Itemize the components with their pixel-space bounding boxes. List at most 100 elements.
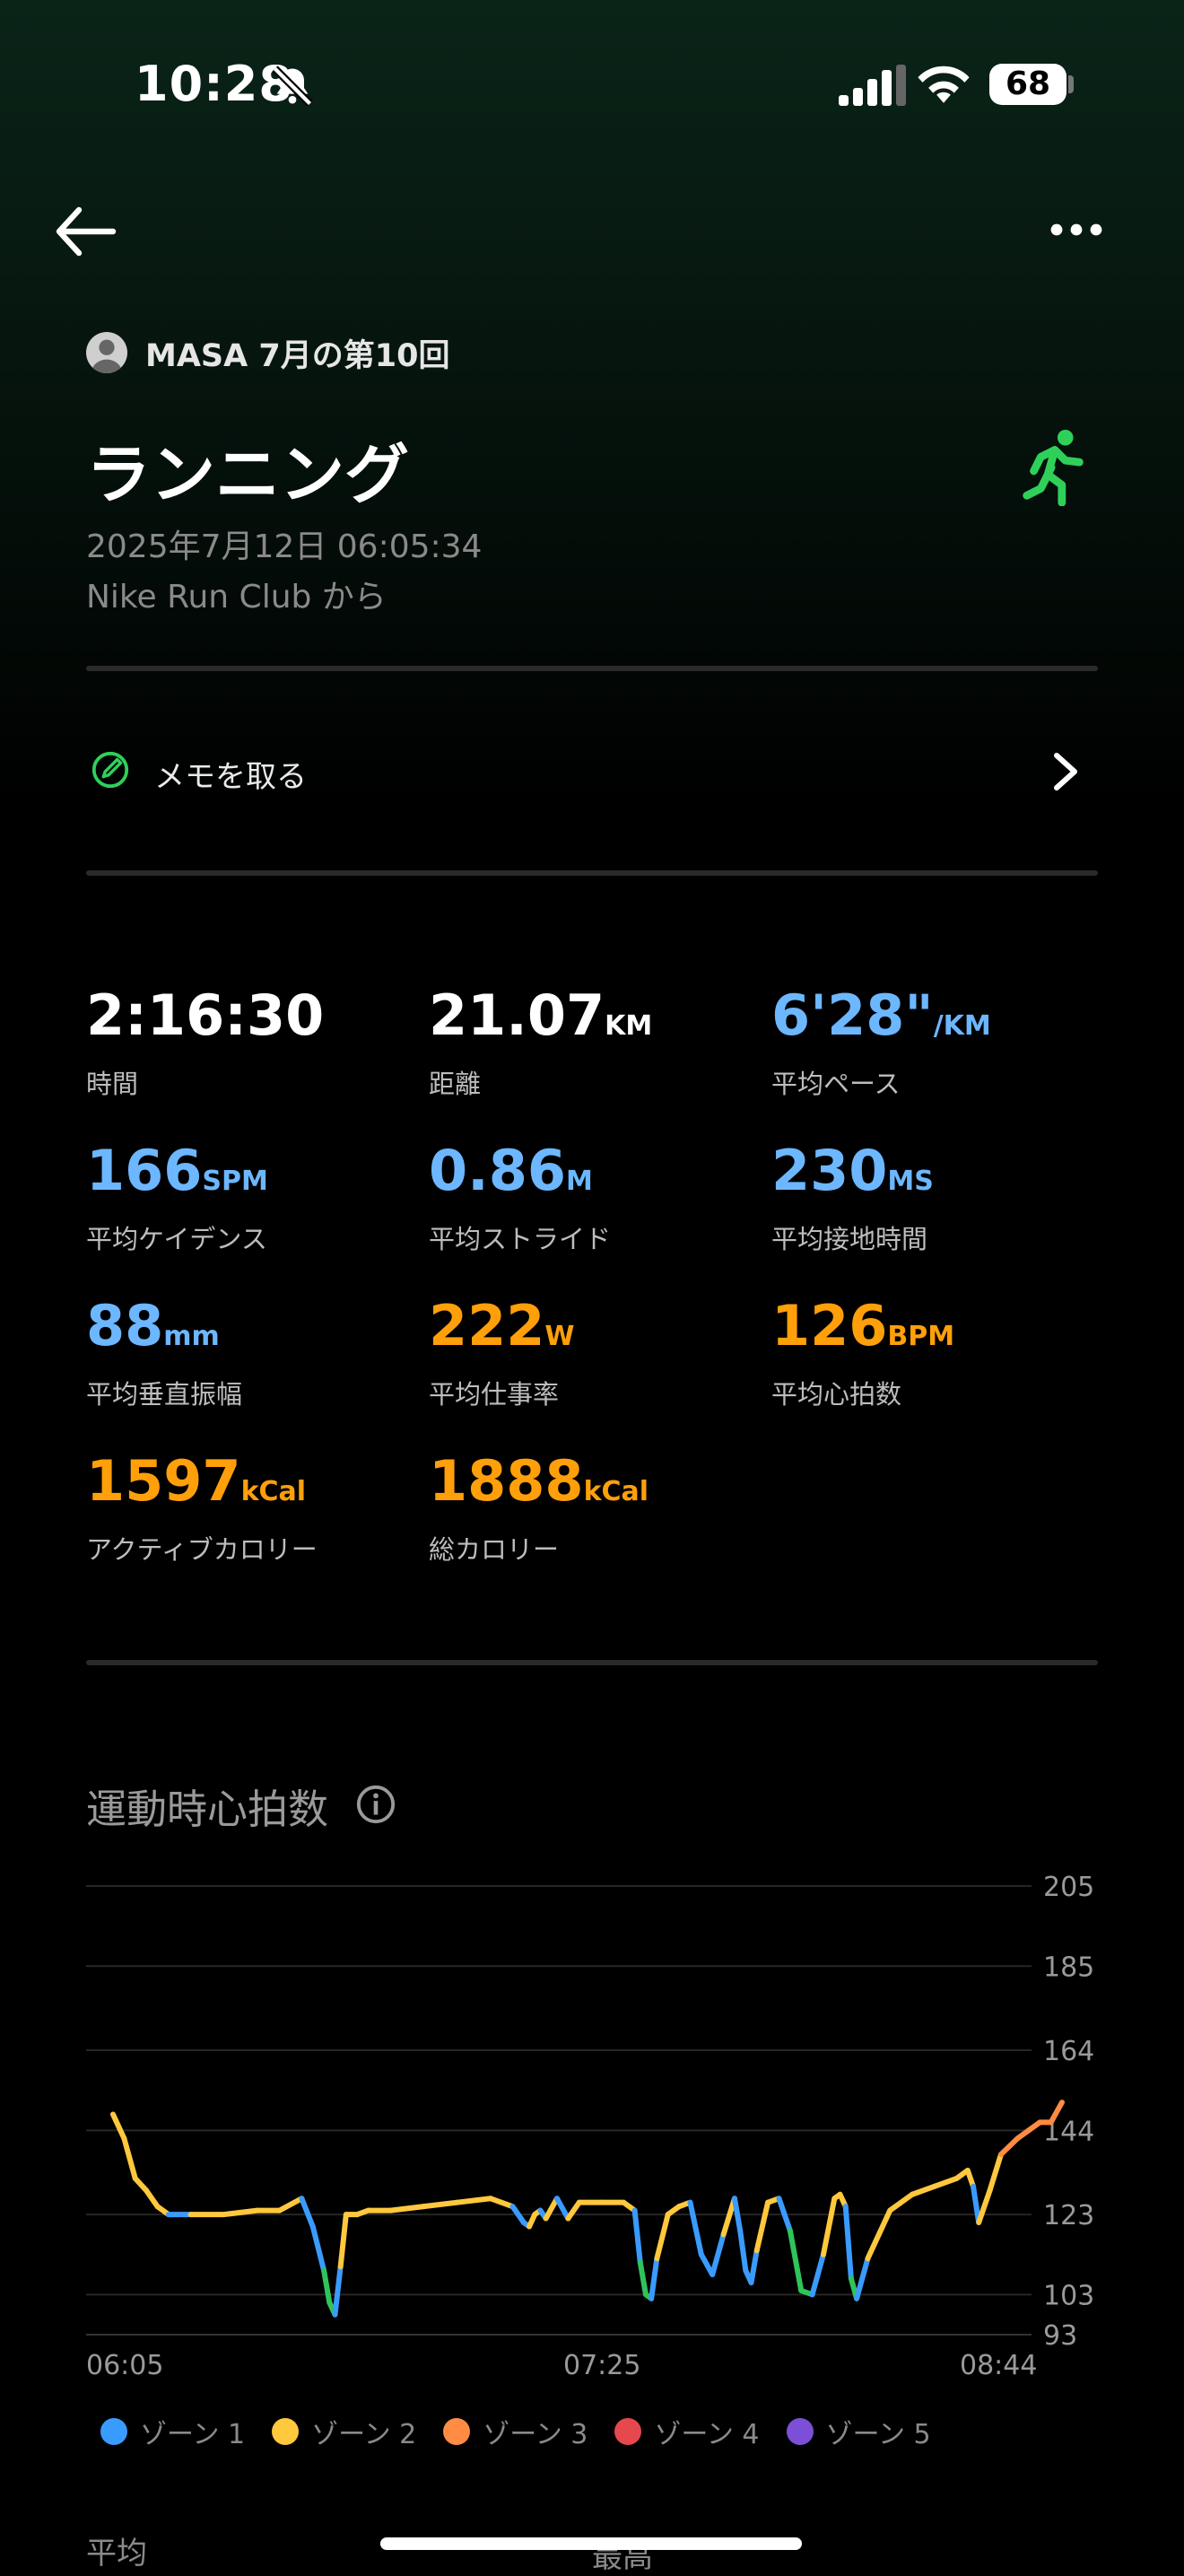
stat-duration: 2:16:30 時間: [86, 984, 324, 1101]
legend-label: ゾーン 5: [825, 2419, 931, 2450]
hr-line-segment: [854, 2256, 871, 2301]
stat-unit: /KM: [933, 1010, 991, 1042]
y-tick-label: 205: [1043, 1872, 1094, 1903]
hr-line-segment: [748, 2248, 760, 2285]
stat-value: 88: [86, 1293, 164, 1358]
stat-label: 総カロリー: [429, 1534, 560, 1565]
hr-line-segment: [553, 2196, 571, 2222]
bell-muted-icon: [272, 65, 313, 107]
hr-line-segment: [987, 2152, 1004, 2194]
battery-tip: [1068, 75, 1074, 93]
legend-zone-2: ゾーン 2: [272, 2412, 416, 2451]
hr-line-segment: [421, 2199, 460, 2210]
hr-line-segment: [909, 2183, 937, 2197]
legend-label: ゾーン 1: [140, 2419, 246, 2450]
divider: [86, 870, 1098, 876]
workout-datetime: 2025年7月12日 06:05:34: [86, 528, 483, 565]
y-tick-label: 93: [1043, 2320, 1077, 2352]
divider: [86, 1660, 1098, 1665]
stat-avg-pace: 6'28"/KM 平均ペース: [771, 984, 991, 1101]
hr-line-segment: [649, 2256, 660, 2301]
x-tick-label: 07:25: [563, 2350, 640, 2381]
hr-line-segment: [637, 2259, 649, 2298]
stat-avg-heart-rate: 126BPM 平均心拍数: [771, 1295, 954, 1411]
stat-value: 1597: [86, 1448, 241, 1514]
hr-line-segment: [631, 2207, 643, 2266]
stat-value: 21.07: [429, 982, 605, 1048]
hr-line-segment: [997, 2135, 1021, 2158]
stat-value: 230: [771, 1138, 888, 1203]
stat-unit: SPM: [202, 1166, 268, 1197]
y-tick-label: 164: [1043, 2036, 1094, 2067]
hr-line-segment: [454, 2196, 493, 2205]
stat-unit: kCal: [240, 1476, 307, 1507]
stat-value: 222: [429, 1293, 545, 1358]
hr-line-segment: [337, 2212, 349, 2270]
legend-zone-3: ゾーン 3: [443, 2412, 588, 2451]
back-arrow-icon[interactable]: [54, 205, 117, 258]
stat-unit: BPM: [887, 1321, 955, 1352]
hr-line-segment: [110, 2111, 127, 2142]
stat-total-calories: 1888kCal 総カロリー: [429, 1450, 649, 1567]
heart-rate-chart: 2051851641441231039306:05 07:25 08:44: [86, 1872, 1094, 2381]
hr-line-segment: [753, 2199, 771, 2254]
stat-distance: 21.07KM 距離: [429, 984, 652, 1101]
x-tick-label: 08:44: [960, 2350, 1037, 2381]
stat-label: 平均ケイデンス: [86, 1224, 267, 1254]
stat-value: 166: [86, 1138, 203, 1203]
stat-value: 1888: [429, 1448, 584, 1514]
legend-label: ゾーン 4: [654, 2419, 760, 2450]
info-icon[interactable]: [355, 1784, 396, 1825]
legend-zone-1: ゾーン 1: [100, 2412, 245, 2451]
hr-line-segment: [276, 2196, 305, 2214]
person-icon: [91, 339, 123, 373]
hr-line-segment: [787, 2227, 805, 2293]
legend-dot: [614, 2418, 642, 2445]
stat-unit: MS: [887, 1166, 934, 1197]
hr-line-segment: [332, 2264, 344, 2318]
cellular-signal-icon: [839, 65, 906, 106]
stat-unit: mm: [163, 1321, 220, 1352]
hr-line-segment: [887, 2191, 915, 2214]
legend-label: ゾーン 3: [483, 2419, 588, 2450]
stat-active-calories: 1597kCal アクティブカロリー: [86, 1450, 318, 1567]
more-options-icon[interactable]: [1049, 212, 1103, 248]
hr-line-segment: [865, 2207, 893, 2262]
hr-line-segment: [820, 2196, 838, 2257]
stat-avg-power: 222W 平均仕事率: [429, 1295, 575, 1411]
hr-line-segment: [710, 2231, 727, 2278]
chart-title: 運動時心拍数: [86, 1786, 329, 1833]
stat-avg-stride: 0.86M 平均ストライド: [429, 1140, 611, 1256]
y-tick-label: 103: [1043, 2280, 1094, 2311]
wifi-icon: [918, 65, 970, 103]
header-gradient: [0, 0, 1184, 808]
y-tick-label: 185: [1043, 1952, 1094, 1983]
hr-line-segment: [737, 2227, 749, 2274]
divider: [86, 666, 1098, 671]
hr-line-segment: [543, 2196, 560, 2222]
hr-line-segment: [121, 2135, 138, 2181]
hr-line-segment: [299, 2196, 316, 2230]
stat-label: 平均心拍数: [771, 1379, 902, 1410]
stat-avg-vertical-oscillation: 88mm 平均垂直振幅: [86, 1295, 242, 1411]
legend-dot: [786, 2418, 814, 2445]
home-indicator[interactable]: [380, 2537, 802, 2550]
hr-line-segment: [842, 2204, 854, 2282]
stat-label: 平均垂直振幅: [86, 1379, 243, 1410]
hr-line-segment: [809, 2251, 826, 2298]
hr-line-segment: [309, 2223, 327, 2274]
hr-line-segment: [387, 2204, 427, 2214]
running-figure-icon: [1023, 429, 1084, 506]
avg-label: 平均: [86, 2536, 147, 2572]
hr-line-segment: [931, 2175, 960, 2189]
avatar: [86, 332, 127, 373]
stat-avg-ground-contact: 230MS 平均接地時間: [771, 1140, 934, 1256]
chevron-right-icon: [1054, 753, 1077, 790]
hr-line-segment: [976, 2187, 993, 2225]
stat-label: 平均ストライド: [429, 1224, 612, 1254]
hr-line-segment: [321, 2267, 333, 2306]
y-tick-label: 123: [1043, 2200, 1094, 2231]
legend-dot: [272, 2418, 300, 2445]
legend-dot: [443, 2418, 471, 2445]
hr-line-segment: [565, 2199, 582, 2222]
